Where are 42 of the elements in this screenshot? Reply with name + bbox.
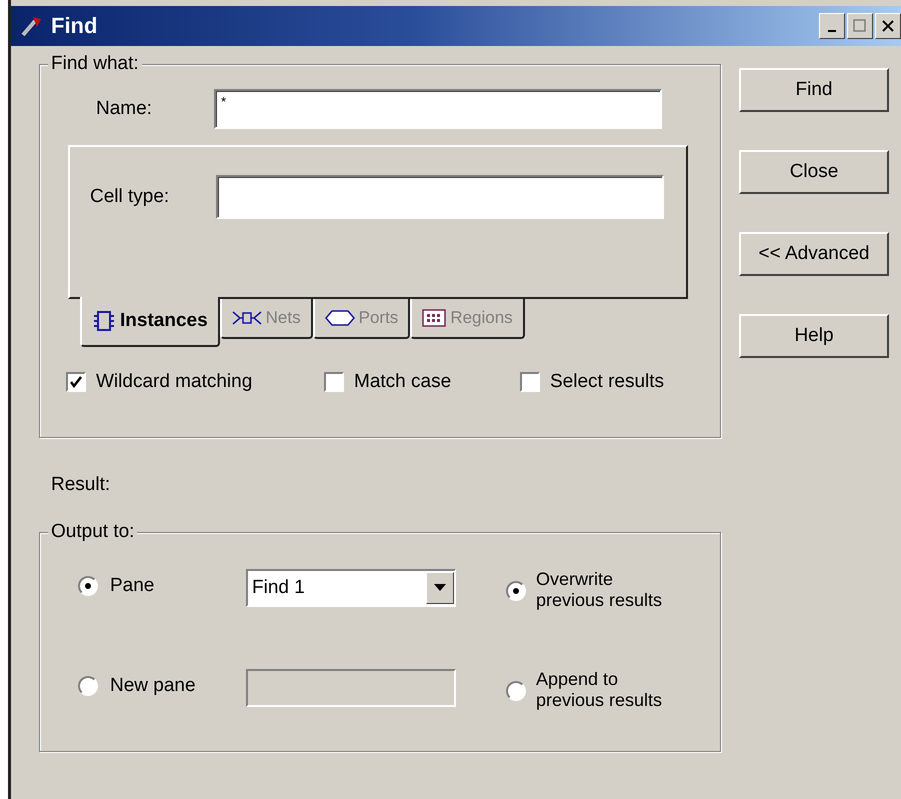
checkbox[interactable] [66, 372, 86, 392]
check-icon [69, 375, 83, 389]
pane-dropdown[interactable]: Find 1 [246, 569, 456, 607]
checkbox[interactable] [520, 372, 540, 392]
group-label: Output to: [48, 521, 138, 543]
tab-label: Regions [450, 308, 513, 328]
radio-button[interactable] [506, 681, 526, 701]
dialog-button[interactable]: Help [739, 314, 889, 358]
tab-label: Instances [120, 310, 208, 332]
tab-label: Nets [266, 308, 301, 328]
radio-label: Append to previous results [536, 669, 664, 710]
field-label: Cell type: [90, 186, 170, 208]
chip-icon [92, 310, 116, 332]
checkbox-label: Match case [354, 371, 452, 393]
radio-label: Pane [110, 575, 154, 597]
tab[interactable]: Instances [80, 297, 220, 347]
field-label: Name: [96, 98, 153, 120]
checkbox-label: Select results [550, 371, 664, 393]
tab-label: Ports [358, 308, 398, 328]
window-title: Find [51, 13, 98, 39]
net-icon [232, 310, 262, 326]
port-icon [324, 309, 355, 327]
grid-icon [422, 308, 446, 328]
dialog-button[interactable]: Find [739, 68, 889, 112]
close-button[interactable] [875, 13, 901, 39]
close-icon [882, 20, 894, 32]
minimize-icon [828, 30, 836, 32]
radio-label: Overwrite previous results [536, 569, 664, 610]
checkbox-label: Wildcard matching [96, 371, 252, 393]
caret-icon [434, 584, 446, 592]
radio-button[interactable] [78, 576, 98, 596]
name-field[interactable]: * [214, 89, 662, 129]
dialog-button[interactable]: << Advanced [739, 232, 889, 276]
radio-label: New pane [110, 675, 196, 697]
maximize-icon [853, 19, 867, 33]
result-label: Result: [51, 474, 112, 496]
dialog-button[interactable]: Close [739, 150, 889, 194]
checkbox[interactable] [324, 372, 344, 392]
maximize-button[interactable] [847, 13, 873, 39]
minimize-button[interactable] [819, 13, 845, 39]
radio-button[interactable] [506, 581, 526, 601]
cell-type-field[interactable] [216, 175, 664, 219]
